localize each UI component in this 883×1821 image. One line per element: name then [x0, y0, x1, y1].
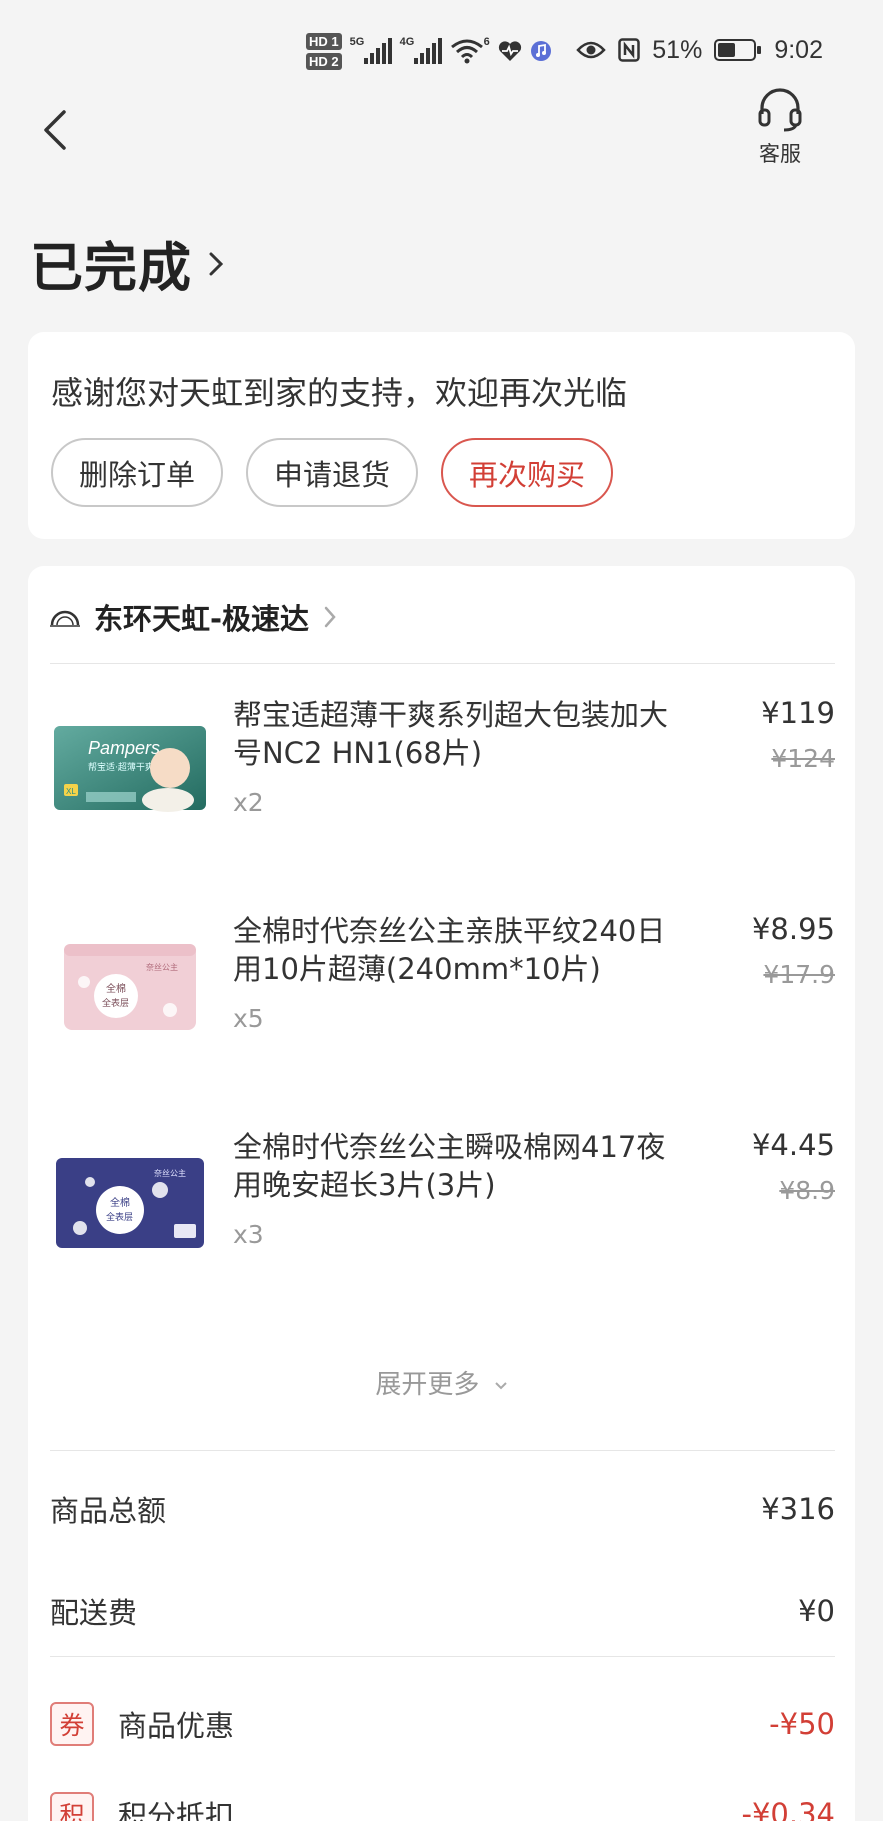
delivery-fee-amount: ¥0	[798, 1594, 835, 1628]
action-buttons: 删除订单 申请退货 再次购买	[51, 438, 613, 507]
page-title: 已完成	[30, 238, 192, 299]
hd-indicators: HD 1 HD 2	[306, 32, 342, 70]
apply-refund-button[interactable]: 申请退货	[246, 438, 418, 507]
item-price: ¥119	[761, 696, 835, 730]
item-original-price: ¥124	[771, 744, 835, 773]
divider	[50, 1450, 835, 1451]
item-price: ¥8.95	[751, 912, 835, 946]
clock: 9:02	[774, 35, 823, 64]
goods-total-amount: ¥316	[761, 1492, 835, 1526]
navy-pad-package-image: 全棉 全表层 奈丝公主	[56, 1158, 204, 1248]
goods-total-row: 商品总额 ¥316	[50, 1484, 835, 1534]
svg-text:XL: XL	[66, 787, 76, 796]
hd1-badge: HD 1	[306, 32, 342, 50]
pampers-diaper-image: Pampers 帮宝适·超薄干爽 XL	[54, 726, 206, 812]
order-item[interactable]: 全棉 全表层 奈丝公主 全棉时代奈丝公主亲肤平纹240日用10片超薄(240mm…	[50, 912, 835, 1082]
points-tag-icon: 积	[50, 1792, 94, 1821]
svg-text:Pampers: Pampers	[88, 738, 160, 758]
battery-icon	[714, 39, 762, 61]
heart-rate-icon	[498, 41, 521, 61]
music-icon	[530, 41, 551, 61]
coupon-discount-row: 券 商品优惠 -¥50	[50, 1696, 835, 1752]
order-status-title[interactable]: 已完成	[30, 226, 226, 302]
status-icons-right: 51% 9:02	[576, 30, 823, 70]
points-deduction-amount: -¥0.34	[741, 1797, 836, 1821]
delivery-fee-row: 配送费 ¥0	[50, 1586, 835, 1636]
expand-more-button[interactable]: 展开更多	[28, 1364, 855, 1401]
battery-fill	[718, 43, 736, 57]
item-name: 全棉时代奈丝公主瞬吸棉网417夜用晚安超长3片(3片)	[233, 1130, 666, 1202]
svg-text:全表层: 全表层	[106, 1211, 133, 1223]
store-logo-icon	[50, 610, 80, 627]
coupon-discount-label: 商品优惠	[118, 1709, 235, 1743]
status-icons-left: HD 1 HD 2 5G 4G 6	[306, 28, 552, 74]
thanks-card: 感谢您对天虹到家的支持，欢迎再次光临 删除订单 申请退货 再次购买	[28, 332, 855, 539]
chevron-right-icon	[324, 606, 336, 628]
svg-text:奈丝公主: 奈丝公主	[154, 1168, 186, 1178]
signal-4g-icon: 4G	[400, 36, 442, 64]
chevron-down-icon	[494, 1381, 507, 1389]
order-item[interactable]: 全棉 全表层 奈丝公主 全棉时代奈丝公主瞬吸棉网417夜用晚安超长3片(3片) …	[50, 1128, 835, 1298]
divider	[50, 663, 835, 664]
delete-order-button[interactable]: 删除订单	[51, 438, 223, 507]
svg-text:帮宝适·超薄干爽: 帮宝适·超薄干爽	[88, 761, 154, 773]
item-original-price: ¥17.9	[763, 960, 835, 989]
battery-percent: 51%	[652, 35, 703, 64]
order-item[interactable]: Pampers 帮宝适·超薄干爽 XL 帮宝适超薄干爽系列超大包装加大号NC2 …	[50, 696, 835, 866]
item-quantity: x5	[233, 1004, 264, 1033]
svg-text:全棉: 全棉	[106, 982, 126, 995]
store-link[interactable]: 东环天虹-极速达	[50, 596, 337, 638]
status-bar: HD 1 HD 2 5G 4G 6 51% 9:02	[0, 0, 883, 100]
svg-text:全表层: 全表层	[102, 997, 129, 1009]
divider	[50, 1656, 835, 1657]
expand-more-label: 展开更多	[375, 1370, 480, 1400]
goods-total-label: 商品总额	[50, 1494, 167, 1528]
item-original-price: ¥8.9	[779, 1176, 835, 1205]
customer-service-button[interactable]: 客服	[745, 88, 815, 168]
item-quantity: x3	[233, 1220, 264, 1249]
delivery-fee-label: 配送费	[50, 1596, 138, 1630]
item-price: ¥4.45	[751, 1128, 835, 1162]
eye-icon	[576, 41, 606, 59]
points-deduction-row: 积 积分抵扣 -¥0.34	[50, 1786, 835, 1821]
thanks-message: 感谢您对天虹到家的支持，欢迎再次光临	[51, 374, 628, 412]
item-quantity: x2	[233, 788, 264, 817]
pink-pad-package-image: 全棉 全表层 奈丝公主	[64, 944, 196, 1030]
store-name: 东环天虹-极速达	[94, 602, 310, 636]
item-name: 帮宝适超薄干爽系列超大包装加大号NC2 HN1(68片)	[233, 698, 669, 770]
wifi-6-label: 6	[483, 36, 490, 48]
svg-text:全棉: 全棉	[110, 1196, 130, 1209]
chevron-left-icon	[44, 110, 66, 150]
signal-5g-icon: 5G	[350, 36, 392, 64]
coupon-discount-amount: -¥50	[769, 1707, 835, 1741]
order-card: 东环天虹-极速达 Pampers 帮宝适·超薄干爽 XL 帮宝适超薄干爽系列超大…	[28, 566, 855, 1821]
wifi-icon	[450, 39, 483, 64]
points-deduction-label: 积分抵扣	[118, 1799, 235, 1821]
hd2-badge: HD 2	[306, 52, 342, 70]
svg-text:奈丝公主: 奈丝公主	[146, 962, 178, 972]
item-name: 全棉时代奈丝公主亲肤平纹240日用10片超薄(240mm*10片)	[233, 914, 666, 986]
chevron-right-icon	[209, 252, 224, 276]
back-button[interactable]	[40, 108, 80, 164]
buy-again-button[interactable]: 再次购买	[441, 438, 613, 507]
nfc-icon	[618, 38, 641, 62]
service-label: 客服	[759, 142, 801, 166]
headset-icon	[758, 88, 802, 132]
coupon-tag-icon: 券	[50, 1702, 94, 1746]
